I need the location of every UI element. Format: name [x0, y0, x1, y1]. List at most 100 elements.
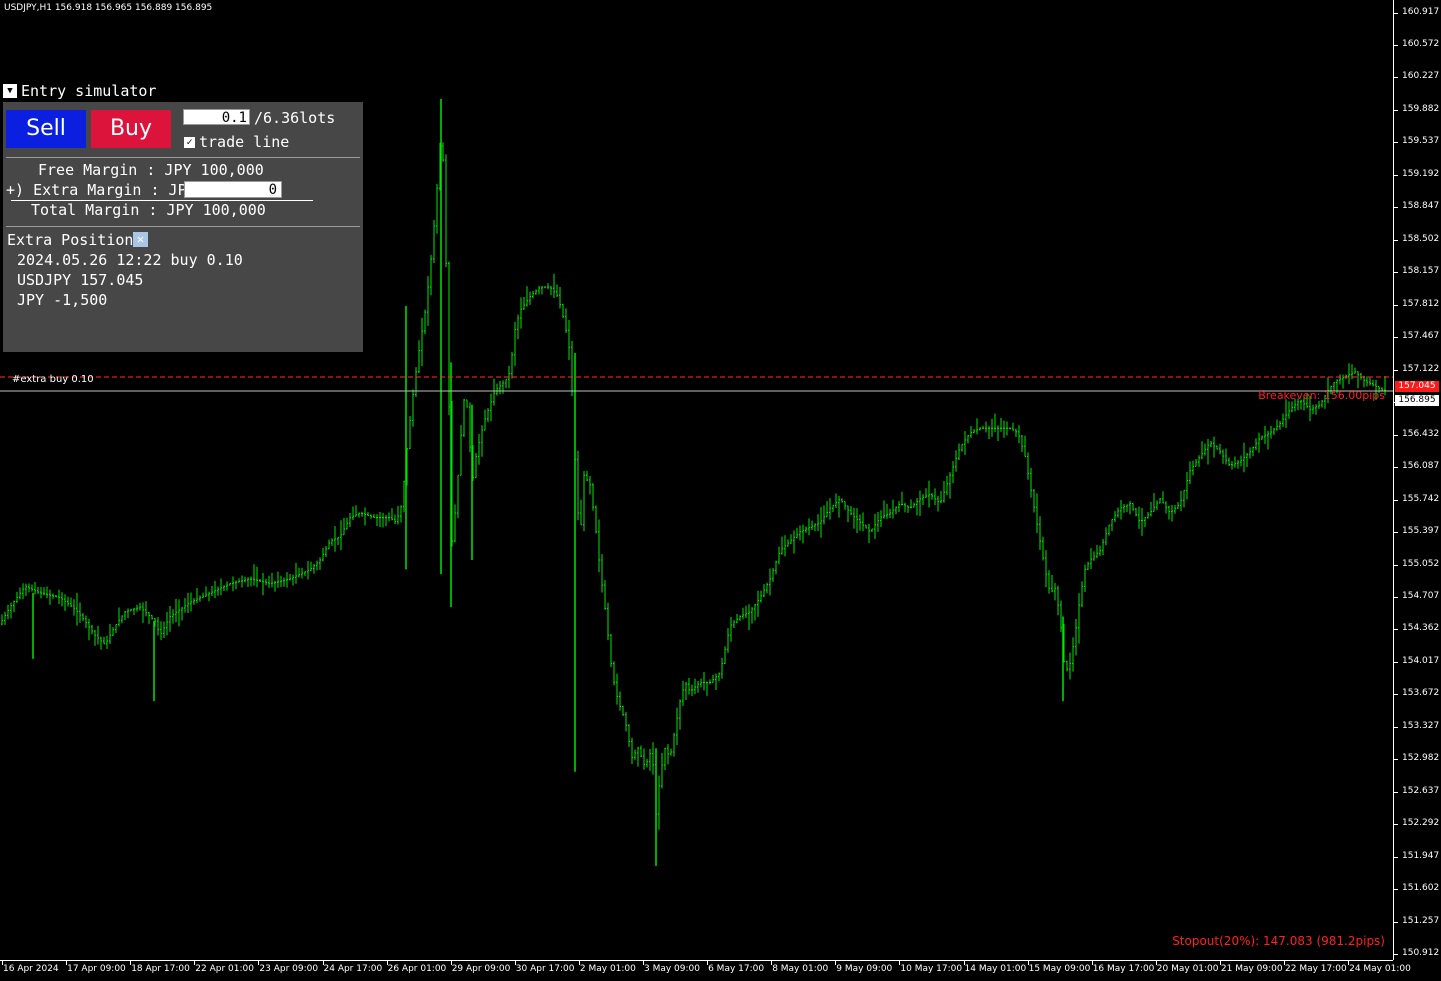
sell-button[interactable]: Sell — [6, 110, 86, 148]
price-bar — [904, 502, 906, 513]
price-bar — [82, 613, 84, 621]
y-tick-label: 159.882 — [1402, 103, 1440, 114]
price-bar — [1099, 545, 1101, 557]
price-bar — [1234, 456, 1236, 468]
y-tick — [1394, 694, 1398, 696]
price-bar — [976, 418, 978, 435]
price-bar — [583, 471, 585, 532]
price-bar — [490, 393, 492, 422]
price-bar — [538, 285, 540, 295]
price-bar — [625, 711, 627, 732]
price-bar — [901, 491, 903, 506]
extra-margin-input[interactable]: 0 — [184, 181, 282, 198]
price-bar — [643, 748, 645, 770]
price-bar — [1186, 472, 1188, 500]
price-bar — [511, 351, 513, 379]
price-bar — [1312, 404, 1314, 415]
price-bar — [1363, 375, 1365, 388]
buy-button[interactable]: Buy — [91, 110, 171, 148]
price-bar — [814, 523, 816, 532]
price-bar — [844, 501, 846, 510]
divider — [6, 226, 360, 227]
price-axis[interactable]: 160.917 160.572 160.227 159.882 159.537 159.1… — [1393, 0, 1441, 960]
price-bar — [361, 511, 363, 517]
price-bar — [283, 577, 285, 587]
price-bar — [727, 628, 729, 653]
price-bar — [595, 505, 597, 534]
price-bar — [1279, 420, 1281, 430]
price-bar — [1207, 438, 1209, 465]
price-bar — [10, 602, 12, 619]
lots-input[interactable]: 0.1 — [183, 109, 250, 126]
price-bar — [55, 595, 57, 598]
y-tick-label: 157.122 — [1402, 363, 1440, 374]
price-bar — [541, 286, 543, 295]
y-tick-label: 155.397 — [1402, 526, 1440, 537]
price-bar — [148, 611, 150, 625]
price-bar — [865, 524, 867, 529]
price-bar — [1318, 400, 1320, 409]
price-bar — [220, 578, 222, 596]
price-bar — [1075, 619, 1077, 656]
chart-area[interactable]: USDJPY,H1 156.918 156.965 156.889 156.89… — [0, 0, 1393, 960]
price-bar — [685, 682, 687, 700]
price-bar — [346, 517, 348, 530]
trade-line-checkbox[interactable]: ✓ — [184, 137, 195, 148]
price-bar — [1033, 489, 1035, 513]
price-bar — [1204, 443, 1206, 456]
x-tick-label: 24 Apr 17:00 — [323, 964, 383, 974]
price-bar — [157, 617, 159, 636]
price-bar — [799, 525, 801, 541]
price-bar — [520, 297, 522, 329]
y-tick — [1394, 207, 1398, 209]
price-bar — [319, 557, 321, 570]
price-bar — [856, 508, 858, 533]
price-bar — [1081, 581, 1083, 608]
trade-line-label: trade line — [199, 133, 290, 151]
extra-position-title: Extra Position — [7, 231, 134, 249]
entry-simulator-header[interactable]: ▼ Entry simulator — [3, 82, 156, 100]
price-bar — [325, 545, 327, 557]
close-icon[interactable]: ✕ — [133, 232, 148, 247]
price-bar — [700, 678, 702, 688]
price-bar — [133, 607, 135, 616]
price-bar — [1261, 435, 1263, 440]
price-bar — [355, 505, 357, 517]
price-bar — [628, 724, 630, 747]
x-tick-label: 22 May 17:00 — [1285, 964, 1347, 974]
price-bar — [736, 613, 738, 624]
price-bar — [631, 737, 633, 765]
y-tick-label: 153.327 — [1402, 720, 1440, 731]
y-tick — [1394, 564, 1398, 566]
price-bar — [244, 576, 246, 583]
price-bar — [1042, 536, 1044, 561]
price-bar — [349, 512, 351, 528]
price-bar — [190, 592, 192, 612]
y-tick — [1394, 499, 1398, 501]
price-bar — [1072, 637, 1074, 672]
price-bar — [811, 520, 813, 531]
price-bar — [1009, 427, 1011, 430]
price-bar — [25, 583, 27, 596]
price-bar — [949, 472, 951, 499]
price-bar — [970, 425, 972, 438]
collapse-triangle-icon[interactable]: ▼ — [3, 84, 17, 98]
price-bar — [313, 563, 315, 574]
y-tick — [1394, 369, 1398, 371]
y-tick — [1394, 12, 1398, 14]
price-bar — [31, 584, 33, 592]
price-bar — [418, 340, 420, 373]
price-bar — [1021, 435, 1023, 453]
price-bar — [1030, 467, 1032, 498]
price-bar — [1144, 517, 1146, 527]
price-bar — [208, 591, 210, 602]
price-bar — [67, 596, 69, 607]
price-bar — [1174, 505, 1176, 514]
y-tick-label: 160.917 — [1402, 6, 1440, 17]
price-bar — [1267, 430, 1269, 450]
price-bar — [979, 427, 981, 431]
time-axis[interactable]: 16 Apr 2024 17 Apr 09:00 18 Apr 17:00 22 Ap… — [0, 960, 1411, 981]
y-tick-label: 154.707 — [1402, 590, 1440, 601]
price-bar — [967, 434, 969, 444]
price-bar — [616, 673, 618, 705]
